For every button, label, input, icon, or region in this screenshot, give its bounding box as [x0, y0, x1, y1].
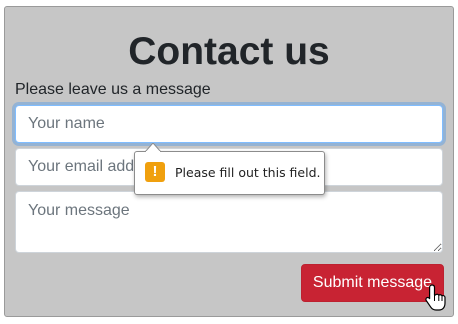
validation-tooltip: ! Please fill out this field.: [134, 143, 325, 195]
submit-message-button[interactable]: Submit message: [301, 264, 444, 302]
form-subtitle: Please leave us a message: [15, 81, 211, 98]
hand-pointer-cursor-icon: [425, 284, 446, 311]
tooltip-message: Please fill out this field.: [175, 165, 321, 180]
page-title: Contact us: [128, 30, 330, 73]
tooltip-arrow: [145, 143, 161, 152]
name-field[interactable]: [15, 105, 443, 143]
message-field[interactable]: [15, 191, 443, 253]
warning-icon: !: [145, 162, 165, 182]
